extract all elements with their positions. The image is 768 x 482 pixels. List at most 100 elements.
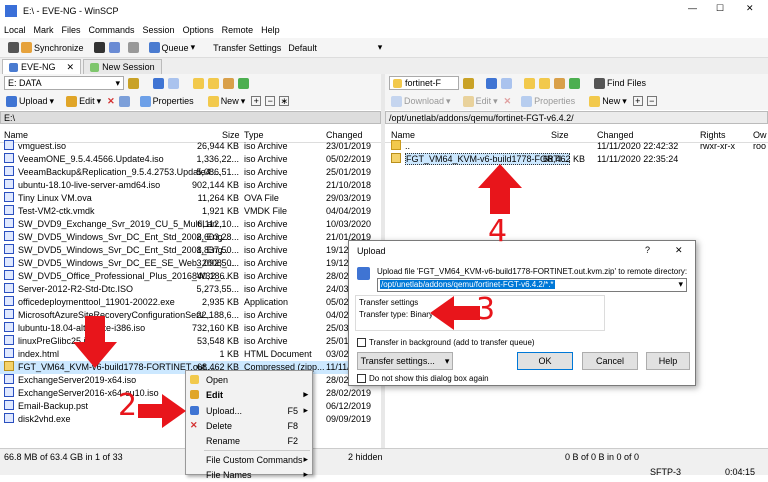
remote-new-button[interactable]: New ▾ bbox=[587, 95, 629, 107]
col-rights[interactable]: Rights bbox=[700, 130, 726, 140]
menu-session[interactable]: Session bbox=[139, 25, 179, 35]
new-button[interactable]: New ▾ bbox=[206, 95, 248, 107]
menu-item-upload[interactable]: Upload... F5 ▸ bbox=[186, 403, 312, 418]
col-changed[interactable]: Changed bbox=[326, 130, 363, 140]
col-type[interactable]: Type bbox=[244, 130, 264, 140]
table-row[interactable]: VeeamONE_9.5.4.4566.Update4.iso 1,336,22.… bbox=[0, 153, 381, 166]
col-size[interactable]: Size bbox=[551, 130, 569, 140]
edit-button[interactable]: Edit ▾ bbox=[64, 95, 103, 107]
menu-options[interactable]: Options bbox=[179, 25, 218, 35]
table-row[interactable]: Tiny Linux VM.ova 11,264 KB OVA File 29/03/… bbox=[0, 192, 381, 205]
refresh-icon[interactable] bbox=[238, 77, 249, 89]
table-row[interactable]: vmguest.iso 26,944 KB iso Archive 23/01/201… bbox=[0, 140, 381, 153]
menu-help[interactable]: Help bbox=[257, 25, 284, 35]
properties-button[interactable]: Properties bbox=[138, 95, 196, 107]
transfer-settings-button[interactable]: Transfer settings... ▾ bbox=[357, 352, 453, 370]
table-row[interactable]: SW_DVD5_Windows_Svr_DC_EE_SE_Web_2008_..… bbox=[0, 257, 381, 270]
filter-mask-icon[interactable]: ∗ bbox=[279, 96, 290, 106]
compare-icon[interactable] bbox=[108, 42, 120, 53]
move-icon[interactable] bbox=[118, 95, 130, 107]
col-size[interactable]: Size bbox=[222, 130, 240, 140]
menu-commands[interactable]: Commands bbox=[85, 25, 139, 35]
download-button[interactable]: Download ▾ bbox=[389, 95, 453, 107]
chevron-down-icon: ▾ bbox=[190, 42, 196, 52]
delete-icon[interactable]: ✕ bbox=[504, 96, 512, 107]
local-drive-select[interactable]: E: DATA ▾ bbox=[4, 76, 124, 90]
menu-files[interactable]: Files bbox=[58, 25, 85, 35]
collapse-icon[interactable]: − bbox=[265, 96, 276, 106]
upload-button[interactable]: Upload ▾ bbox=[4, 95, 56, 107]
home-icon[interactable] bbox=[223, 77, 234, 89]
filter-icon[interactable] bbox=[128, 77, 139, 89]
menu-remote[interactable]: Remote bbox=[218, 25, 258, 35]
help-button[interactable]: Help bbox=[646, 352, 690, 370]
find-files-button[interactable]: Find Files bbox=[592, 77, 648, 89]
remote-properties-button[interactable]: Properties bbox=[519, 95, 577, 107]
home-icon[interactable] bbox=[554, 77, 565, 89]
menu-local[interactable]: Local bbox=[0, 25, 30, 35]
ok-button[interactable]: OK bbox=[517, 352, 573, 370]
table-row[interactable]: SW_DVD5_Windows_Svr_DC_Ent_Std_2008_Eng.… bbox=[0, 244, 381, 257]
cancel-button[interactable]: Cancel bbox=[582, 352, 638, 370]
table-row[interactable]: SW_DVD9_Exchange_Svr_2019_CU_5_MultiLan.… bbox=[0, 218, 381, 231]
back-icon[interactable] bbox=[153, 77, 164, 89]
table-row[interactable]: officedeploymenttool_11901-20022.exe 2,93… bbox=[0, 296, 381, 309]
collapse-icon[interactable]: − bbox=[646, 96, 657, 106]
menu-item-custom-commands[interactable]: File Custom Commands ▸ bbox=[186, 452, 312, 467]
maximize-button[interactable]: ☐ bbox=[716, 3, 724, 14]
close-button[interactable]: ✕ bbox=[746, 3, 754, 14]
remote-edit-button[interactable]: Edit ▾ bbox=[461, 95, 500, 107]
terminal-icon[interactable] bbox=[93, 42, 105, 53]
file-size: 1 KB bbox=[219, 349, 239, 359]
close-tab-icon[interactable]: ✕ bbox=[67, 62, 75, 73]
chevron-down-icon[interactable]: ▾ bbox=[678, 279, 683, 290]
table-row[interactable]: Server-2012-R2-Std-Dtc.ISO 5,273,55... iso… bbox=[0, 283, 381, 296]
expand-icon[interactable]: + bbox=[251, 96, 262, 106]
root-folder-icon[interactable] bbox=[539, 77, 550, 89]
table-row[interactable]: lubuntu-18.04-alternate-i386.iso 732,160 … bbox=[0, 322, 381, 335]
queue-button[interactable]: Queue ▾ bbox=[147, 42, 198, 53]
filter-icon[interactable] bbox=[463, 77, 474, 89]
table-row[interactable]: linuxPreGlibc25.iso53,548 KBiso Archive2… bbox=[0, 335, 381, 348]
col-name[interactable]: Name bbox=[4, 130, 28, 140]
table-row[interactable]: ubuntu-18.10-live-server-amd64.iso 902,14… bbox=[0, 179, 381, 192]
table-row[interactable]: MicrosoftAzureSiteRecoveryConfigurationS… bbox=[0, 309, 381, 322]
table-row[interactable]: index.html1 KBHTML Document03/02/2020 bbox=[0, 348, 381, 361]
forward-icon[interactable] bbox=[168, 77, 179, 89]
background-checkbox[interactable] bbox=[357, 338, 366, 347]
refresh-icon[interactable] bbox=[569, 77, 580, 89]
dont-show-checkbox[interactable] bbox=[357, 374, 366, 383]
menu-item-delete[interactable]: ✕ Delete F8 bbox=[186, 418, 312, 433]
menu-mark[interactable]: Mark bbox=[30, 25, 58, 35]
forward-icon[interactable] bbox=[501, 77, 512, 89]
tab-new-session[interactable]: New Session bbox=[83, 59, 162, 74]
parent-folder-icon[interactable] bbox=[524, 77, 535, 89]
file-icon bbox=[4, 322, 14, 332]
menu-item-rename[interactable]: Rename F2 bbox=[186, 433, 312, 448]
col-owner[interactable]: Ow bbox=[753, 130, 767, 140]
parent-folder-icon[interactable] bbox=[193, 77, 204, 89]
root-folder-icon[interactable] bbox=[208, 77, 219, 89]
col-name[interactable]: Name bbox=[391, 130, 415, 140]
table-row[interactable]: SW_DVD5_Office_Professional_Plus_2016_W3… bbox=[0, 270, 381, 283]
back-icon[interactable] bbox=[486, 77, 497, 89]
synchronize-button[interactable]: Synchronize bbox=[6, 42, 86, 53]
remote-folder-select[interactable]: fortinet-F bbox=[389, 76, 459, 90]
table-row[interactable]: .. 11/11/2020 22:42:32 rwxr-xr-x roo bbox=[385, 140, 768, 153]
table-row[interactable]: VeeamBackup&Replication_9.5.4.2753.Updat… bbox=[0, 166, 381, 179]
menu-item-open[interactable]: Open bbox=[186, 372, 312, 387]
target-directory-input[interactable]: /opt/unetlab/addons/qemu/fortinet-FGT-v6… bbox=[377, 278, 687, 292]
table-row[interactable]: FGT_VM64_KVM-v6-build1778-FORTI... 68,462… bbox=[385, 153, 768, 166]
table-row[interactable]: Test-VM2-ctk.vmdk 1,921 KB VMDK File 04/04/… bbox=[0, 205, 381, 218]
settings-icon[interactable] bbox=[127, 42, 139, 53]
transfer-settings-select[interactable]: Default ▾ bbox=[285, 41, 385, 55]
tab-eve-ng[interactable]: EVE-NG ✕ bbox=[2, 59, 82, 74]
minimize-button[interactable]: — bbox=[688, 3, 697, 13]
menu-item-edit[interactable]: Edit ▸ bbox=[186, 387, 312, 402]
col-changed[interactable]: Changed bbox=[597, 130, 634, 140]
dialog-help-icon[interactable]: ? bbox=[645, 245, 650, 255]
dialog-close-button[interactable]: ✕ bbox=[675, 245, 683, 256]
table-row[interactable]: SW_DVD5_Windows_Svr_DC_Ent_Std_2008_Eng.… bbox=[0, 231, 381, 244]
delete-icon[interactable]: ✕ bbox=[107, 96, 115, 107]
expand-icon[interactable]: + bbox=[632, 96, 643, 106]
